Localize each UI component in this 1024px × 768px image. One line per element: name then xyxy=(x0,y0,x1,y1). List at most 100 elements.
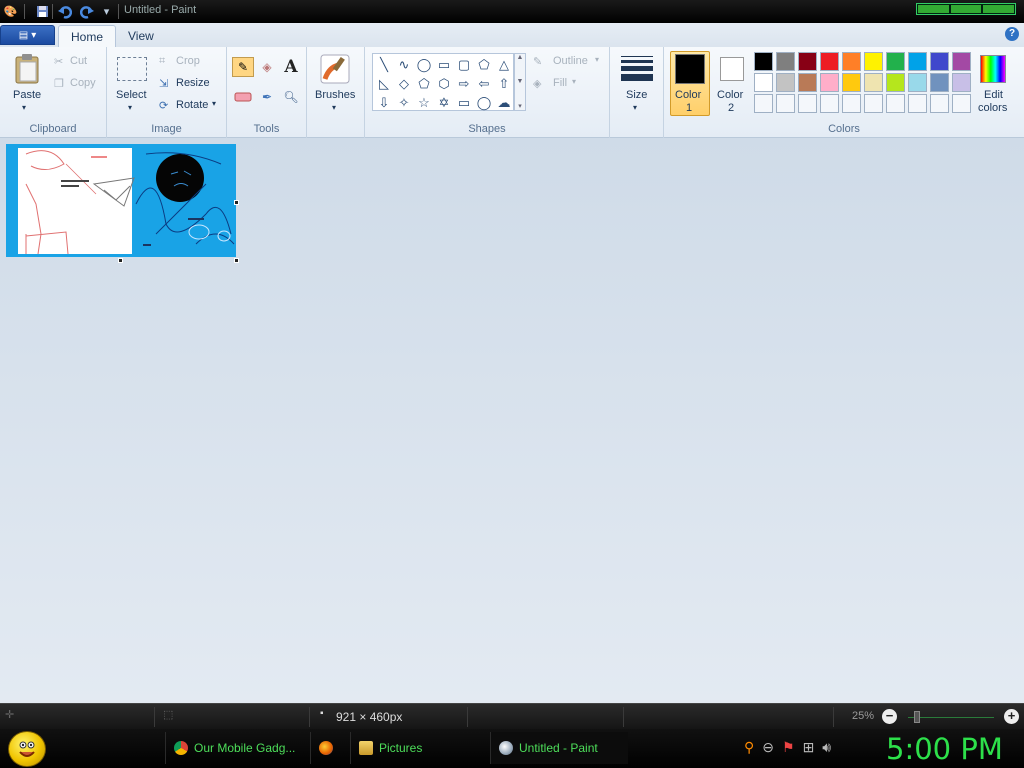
pencil-icon[interactable]: ✎ xyxy=(232,57,254,77)
color-swatch[interactable] xyxy=(842,73,861,92)
fill-bucket-icon[interactable]: ◈ xyxy=(256,57,278,77)
color-swatch[interactable] xyxy=(930,73,949,92)
color-swatch[interactable] xyxy=(952,94,971,113)
color-swatch[interactable] xyxy=(864,94,883,113)
zoom-out-button[interactable]: − xyxy=(882,709,897,724)
save-icon[interactable] xyxy=(34,3,51,20)
color-swatch[interactable] xyxy=(754,94,773,113)
outline-button[interactable]: Outline xyxy=(553,55,588,67)
color2-label[interactable]: Color xyxy=(717,89,743,101)
undo-icon[interactable] xyxy=(56,3,73,20)
shapes-scrollbar[interactable]: ▲ ▼ ▾ xyxy=(514,53,526,111)
color-swatch[interactable] xyxy=(908,73,927,92)
color-swatch[interactable] xyxy=(798,94,817,113)
chevron-down-icon[interactable]: ▾ xyxy=(332,103,336,112)
color-swatch[interactable] xyxy=(754,52,773,71)
edit-colors-label[interactable]: colors xyxy=(978,102,1007,114)
hexagon-shape-icon[interactable]: ⬡ xyxy=(434,74,454,93)
color-swatch[interactable] xyxy=(798,52,817,71)
chevron-down-icon[interactable]: ▾ xyxy=(128,103,132,112)
chevron-up-icon[interactable]: ▲ xyxy=(517,54,524,61)
color2-swatch[interactable] xyxy=(720,57,744,81)
select-icon[interactable] xyxy=(117,57,147,81)
crop-button[interactable]: Crop xyxy=(176,55,200,67)
color-swatch[interactable] xyxy=(908,94,927,113)
color-swatch[interactable] xyxy=(798,73,817,92)
taskbar-item-pictures[interactable]: Pictures xyxy=(350,732,488,764)
tab-view[interactable]: View xyxy=(116,25,166,47)
color-swatch[interactable] xyxy=(776,52,795,71)
rounded-callout-shape-icon[interactable]: ▭ xyxy=(454,93,474,112)
line-shape-icon[interactable]: ╲ xyxy=(374,55,394,74)
zoom-slider-thumb[interactable] xyxy=(914,711,920,723)
cut-button[interactable]: Cut xyxy=(70,55,87,67)
color-picker-icon[interactable]: ✒ xyxy=(256,87,278,107)
color-swatch[interactable] xyxy=(864,52,883,71)
up-arrow-shape-icon[interactable]: ⇧ xyxy=(494,74,514,93)
paint-app-icon[interactable]: 🎨 xyxy=(2,3,19,20)
customize-toolbar-icon[interactable]: ▾ xyxy=(98,3,115,20)
curve-shape-icon[interactable]: ∿ xyxy=(394,55,414,74)
edit-colors-icon[interactable] xyxy=(980,55,1006,83)
taskbar-item-paint[interactable]: Untitled - Paint xyxy=(490,732,628,764)
zoom-in-button[interactable]: + xyxy=(1004,709,1019,724)
rectangle-shape-icon[interactable]: ▭ xyxy=(434,55,454,74)
paste-icon[interactable] xyxy=(12,53,42,85)
redo-icon[interactable] xyxy=(78,3,95,20)
color-swatch[interactable] xyxy=(952,73,971,92)
color-swatch[interactable] xyxy=(930,94,949,113)
color-swatch[interactable] xyxy=(886,94,905,113)
color-swatch[interactable] xyxy=(908,52,927,71)
size-button[interactable]: Size xyxy=(626,89,647,101)
clock[interactable]: 5:00 PM xyxy=(886,732,1003,766)
color-swatch[interactable] xyxy=(820,94,839,113)
right-arrow-shape-icon[interactable]: ⇨ xyxy=(454,74,474,93)
expand-icon[interactable]: ▾ xyxy=(518,102,522,110)
rotate-button[interactable]: Rotate xyxy=(176,99,208,111)
window-controls[interactable] xyxy=(916,3,1016,15)
color-swatch[interactable] xyxy=(820,73,839,92)
five-point-star-shape-icon[interactable]: ☆ xyxy=(414,93,434,112)
color-swatch[interactable] xyxy=(776,73,795,92)
color-swatch[interactable] xyxy=(930,52,949,71)
magnifier-icon[interactable]: 🔍︎ xyxy=(280,87,302,107)
right-triangle-shape-icon[interactable]: ◺ xyxy=(374,74,394,93)
triangle-shape-icon[interactable]: △ xyxy=(494,55,514,74)
color-swatch[interactable] xyxy=(886,52,905,71)
chevron-down-icon[interactable]: ▾ xyxy=(572,77,576,86)
paint-menu-button[interactable]: ▤ ▾ xyxy=(0,25,55,45)
resize-handle-right[interactable] xyxy=(234,200,239,205)
color-swatch[interactable] xyxy=(842,94,861,113)
select-button[interactable]: Select xyxy=(116,89,147,101)
chevron-down-icon[interactable]: ▾ xyxy=(633,103,637,112)
brushes-icon[interactable] xyxy=(319,53,351,85)
six-point-star-shape-icon[interactable]: ✡ xyxy=(434,93,454,112)
resize-button[interactable]: Resize xyxy=(176,77,210,89)
eraser-icon[interactable] xyxy=(232,87,254,107)
cloud-callout-shape-icon[interactable]: ☁ xyxy=(494,93,514,112)
chevron-down-icon[interactable]: ▾ xyxy=(22,103,26,112)
start-button[interactable] xyxy=(8,731,46,767)
tab-home[interactable]: Home xyxy=(58,25,117,47)
search-icon[interactable]: ⚲ xyxy=(744,739,754,756)
copy-button[interactable]: Copy xyxy=(70,77,96,89)
chevron-down-icon[interactable]: ▼ xyxy=(517,78,524,85)
left-arrow-shape-icon[interactable]: ⇦ xyxy=(474,74,494,93)
polygon-shape-icon[interactable]: ⬠ xyxy=(474,55,494,74)
oval-callout-shape-icon[interactable]: ◯ xyxy=(474,93,494,112)
pentagon-shape-icon[interactable]: ⬠ xyxy=(414,74,434,93)
color-swatch[interactable] xyxy=(776,94,795,113)
oval-shape-icon[interactable]: ◯ xyxy=(414,55,434,74)
chevron-down-icon[interactable]: ▾ xyxy=(212,99,216,108)
network-icon[interactable]: ⊞ xyxy=(803,739,815,756)
flag-icon[interactable]: ⚑ xyxy=(782,739,795,756)
size-lines-icon[interactable] xyxy=(620,53,654,83)
color-swatch[interactable] xyxy=(886,73,905,92)
color-swatch[interactable] xyxy=(842,52,861,71)
canvas-area[interactable] xyxy=(0,138,1024,703)
taskbar-item-chrome[interactable]: Our Mobile Gadg... xyxy=(165,732,305,764)
text-tool-icon[interactable]: A xyxy=(280,57,302,77)
volume-icon[interactable]: 🔊︎ xyxy=(822,739,831,756)
minus-circle-icon[interactable]: ⊖ xyxy=(762,739,774,756)
rounded-rectangle-shape-icon[interactable]: ▢ xyxy=(454,55,474,74)
